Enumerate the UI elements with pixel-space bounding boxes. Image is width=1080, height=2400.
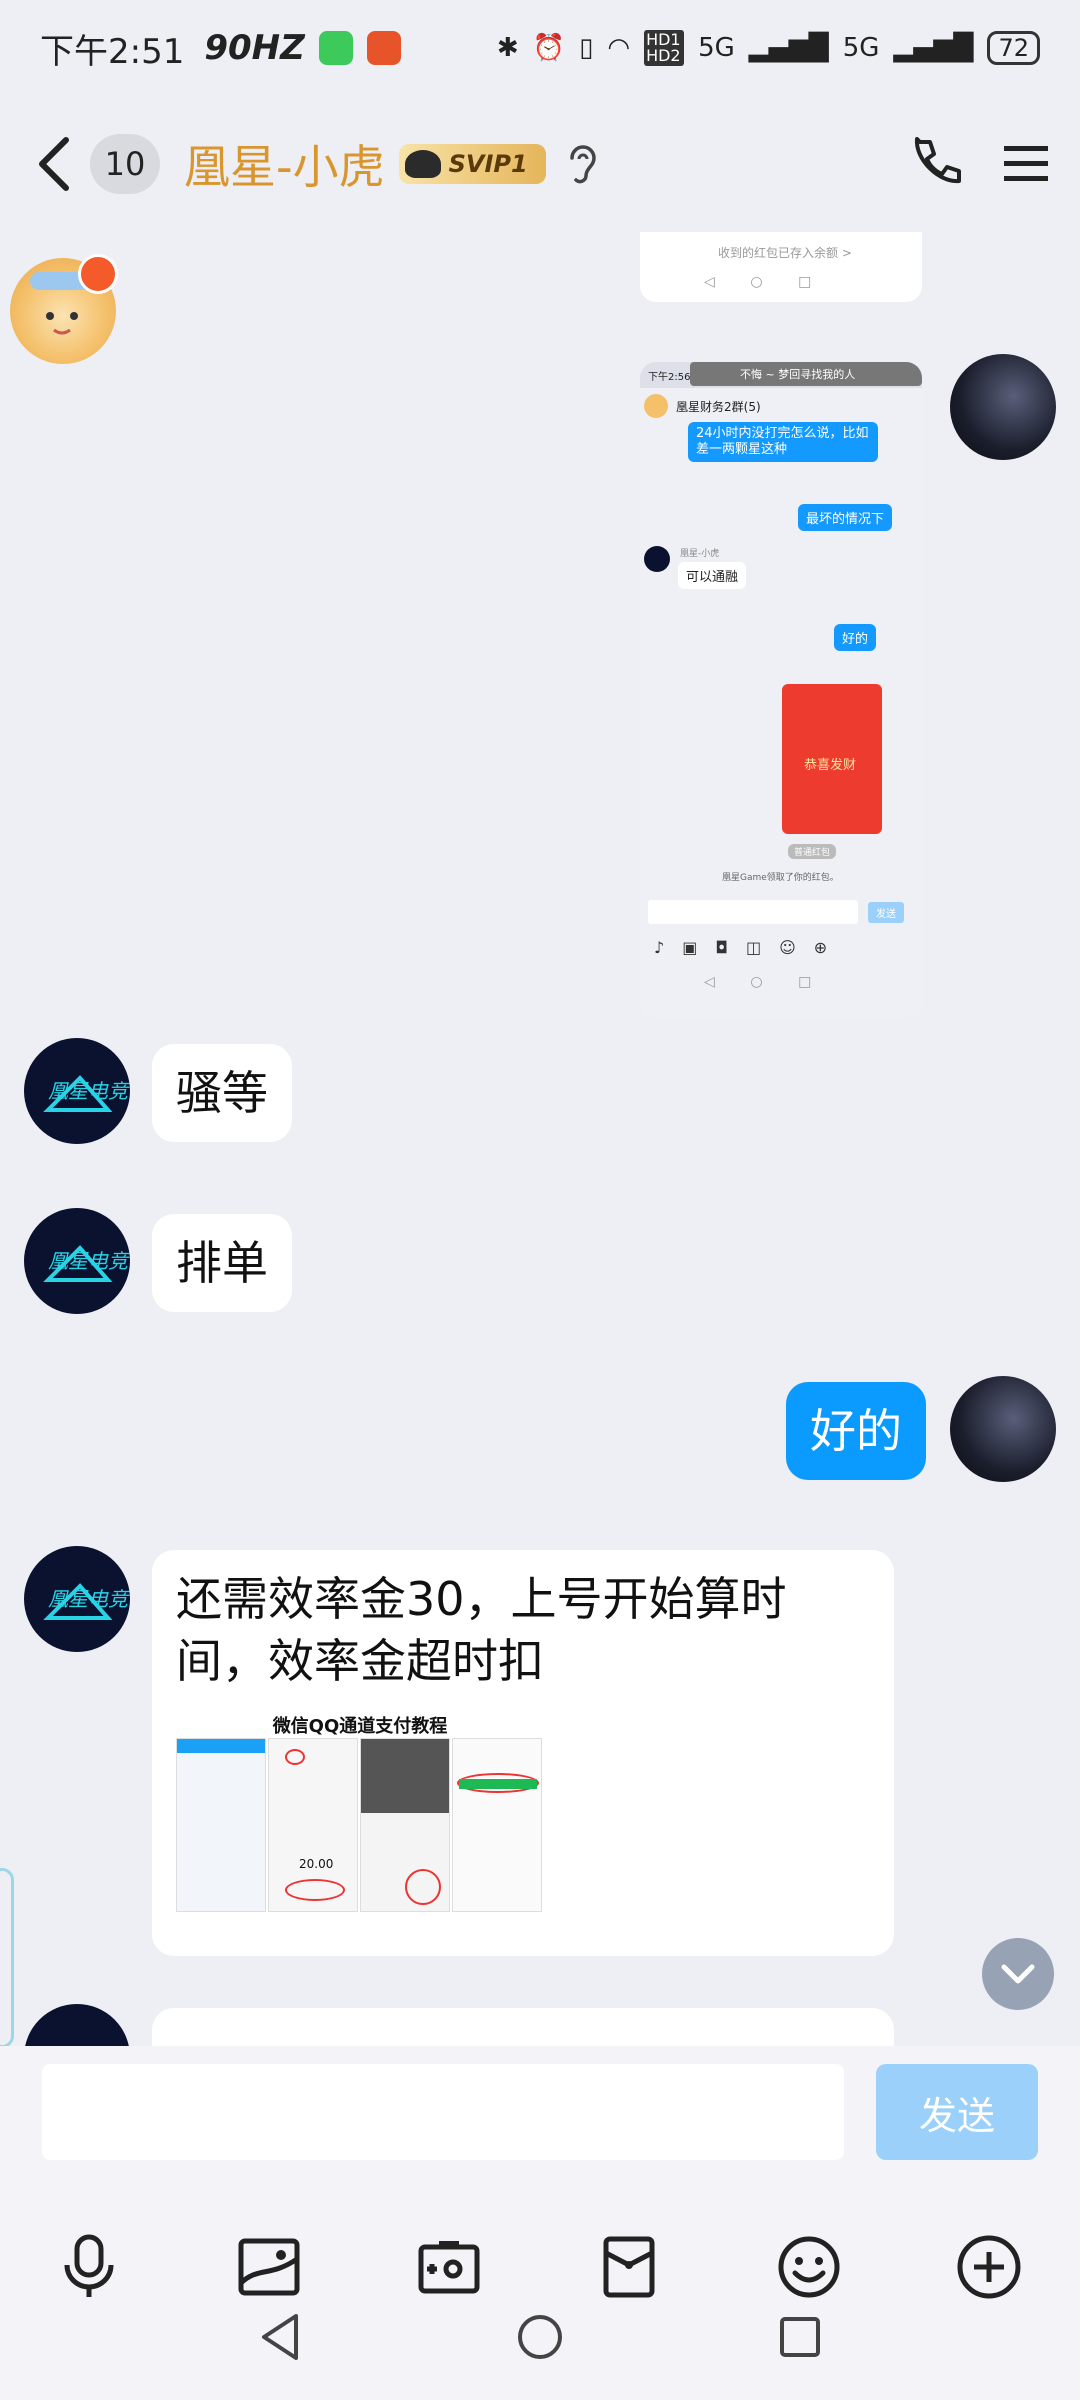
message-bubble-self[interactable]: 好的	[786, 1382, 926, 1480]
svip-badge: SVIP1	[398, 144, 546, 184]
mini-nav: ◁ ○ □	[704, 974, 812, 990]
back-icon[interactable]	[30, 134, 80, 194]
tutorial-panel-3	[360, 1738, 450, 1912]
image-icon	[238, 2238, 300, 2296]
mini-system-note: 凰星Game领取了你的红包。	[722, 873, 839, 883]
message-text: 还需效率金30，上号开始算时间，效率金超时扣	[176, 1572, 787, 1688]
tutorial-panel-4	[452, 1738, 542, 1912]
svip-label: SVIP1	[448, 150, 528, 178]
mini-msg-1: 24小时内没打完怎么说，比如差一两颗星这种	[688, 422, 878, 462]
mini-toolbar: ♪▣◘◫☺⊕	[654, 938, 846, 957]
mini-msg-2: 最坏的情况下	[798, 504, 893, 531]
tutorial-panel-1	[176, 1738, 266, 1912]
svg-text:凰星电竞: 凰星电竞	[48, 1249, 130, 1273]
wifi-icon: ◠	[607, 33, 631, 63]
brand-logo-icon: 凰星电竞	[43, 1075, 130, 1112]
scroll-to-bottom-button[interactable]	[982, 1938, 1054, 2010]
message-bubble-2[interactable]: 排单	[152, 1214, 292, 1312]
hd-indicator: HD1 HD2	[644, 30, 685, 66]
tutorial-amount: 20.00	[299, 1857, 334, 1871]
message-bubble-5-partial[interactable]	[152, 2008, 894, 2046]
brand-avatar[interactable]	[24, 2004, 130, 2046]
side-drawer-handle[interactable]	[0, 1868, 14, 2046]
mini-msg-3: 可以通融	[678, 562, 747, 589]
nav-home-icon[interactable]	[516, 2310, 564, 2364]
message-app-icon	[318, 31, 353, 65]
mini-nav: ◁ ○ □	[704, 274, 812, 290]
signal-icon-2: ▂▄▆█	[893, 33, 974, 63]
menu-icon[interactable]	[1002, 142, 1050, 186]
message-bubble-4[interactable]: 还需效率金30，上号开始算时间，效率金超时扣 微信QQ通道支付教程 20.00	[152, 1550, 894, 1956]
battery-indicator: 72	[987, 31, 1040, 65]
mini-msg-4: 好的	[834, 624, 877, 651]
image-message-screenshot[interactable]: 下午2:56 不悔 ~ 梦回寻找我的人 凰星财务2群(5) 24小时内没打完怎么…	[640, 362, 922, 1018]
phone-icon[interactable]	[906, 136, 962, 192]
mini-input-box	[648, 900, 858, 924]
brand-logo-icon: 凰星电竞	[43, 1245, 130, 1282]
signal-2: 5G	[842, 33, 880, 63]
brand-logo-icon: 凰星电竞	[43, 1583, 130, 1620]
partial-caption: 收到的红包已存入余额 >	[718, 246, 852, 260]
mini-red-packet-footer: 普通红包	[788, 844, 837, 859]
vibrate-icon: ▯	[579, 33, 594, 63]
live-badge	[78, 254, 118, 294]
chat-message-list[interactable]: 收到的红包已存入余额 > ◁ ○ □ 下午2:56 不悔 ~ 梦回寻找我的人 凰…	[0, 232, 1080, 2046]
mini-send-button: 发送	[868, 902, 904, 923]
system-nav-bar	[0, 2290, 1080, 2400]
status-bar: 下午2:51 90HZ ✱ ⏰ ▯ ◠ HD1 HD2 5G ▂▄▆█ 5G ▂…	[0, 0, 1080, 96]
message-bubble-1[interactable]: 骚等	[152, 1044, 292, 1142]
game-app-icon	[366, 31, 401, 65]
nav-recent-icon[interactable]	[776, 2310, 824, 2364]
brand-avatar[interactable]: 凰星电竞	[24, 1208, 130, 1314]
alarm-icon: ⏰	[532, 33, 566, 63]
svg-text:凰星电竞: 凰星电竞	[48, 1079, 130, 1103]
mini-sender-avatar	[644, 546, 670, 572]
brand-avatar[interactable]: 凰星电竞	[24, 1546, 130, 1652]
tutorial-panel-2: 20.00	[268, 1738, 358, 1912]
crown-icon	[404, 150, 441, 178]
ear-icon[interactable]	[566, 142, 600, 186]
mini-group-name: 凰星财务2群(5)	[676, 400, 761, 414]
tutorial-title: 微信QQ通道支付教程	[272, 1716, 448, 1737]
signal-1: 5G	[698, 33, 735, 63]
chat-title[interactable]: 凰星-小虎	[184, 131, 385, 197]
mini-time: 下午2:56	[648, 372, 691, 383]
refresh-rate: 90HZ	[204, 28, 305, 68]
nav-back-icon[interactable]	[256, 2310, 304, 2364]
mini-group-avatar	[644, 394, 668, 418]
camera-icon	[418, 2241, 480, 2294]
brand-avatar[interactable]: 凰星电竞	[24, 1038, 130, 1144]
send-button[interactable]: 发送	[876, 2064, 1038, 2160]
mini-live-text: 不悔 ~ 梦回寻找我的人	[740, 368, 856, 381]
chat-header: 10 凰星-小虎 SVIP1	[0, 96, 1080, 232]
chevron-down-icon	[1001, 1964, 1035, 1984]
self-avatar[interactable]	[950, 1376, 1056, 1482]
unread-count-badge[interactable]: 10	[90, 134, 160, 194]
message-input[interactable]	[42, 2064, 844, 2160]
tutorial-image[interactable]: 微信QQ通道支付教程 20.00	[176, 1716, 544, 1912]
svg-text:凰星电竞: 凰星电竞	[48, 1587, 130, 1611]
mini-sender-label: 凰星-小虎	[680, 549, 720, 559]
status-time: 下午2:51	[40, 31, 185, 72]
bluetooth-icon: ✱	[496, 33, 519, 63]
signal-icon: ▂▄▆█	[748, 33, 829, 63]
self-avatar[interactable]	[950, 354, 1056, 460]
mini-red-packet-label: 恭喜发财	[804, 758, 857, 773]
image-message-partial[interactable]: 收到的红包已存入余额 > ◁ ○ □	[640, 232, 922, 302]
